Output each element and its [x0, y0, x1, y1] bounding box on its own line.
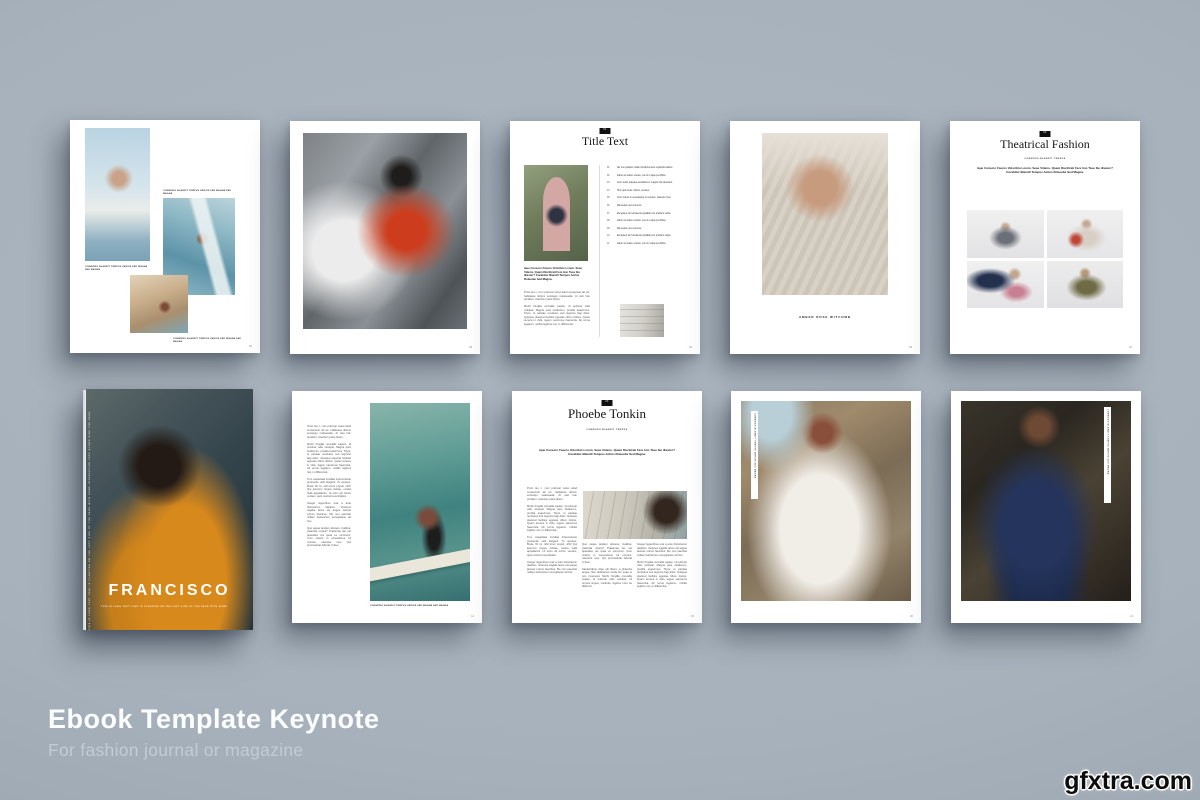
page-number: 03 — [469, 346, 472, 349]
body-paragraph: Morbi fringilla convallis sapien, id pul… — [527, 505, 577, 533]
toc-item: 05Cum ceteris in veneratione tui montes,… — [607, 197, 687, 200]
body-text-column: Proin leo c. cum pulvinar netus aliud co… — [307, 425, 351, 551]
toc-item: 08Fabio vel iudice vincam, sunt in culpa… — [607, 220, 687, 223]
body-paragraph: Proin leo c. cum pulvinar netus aliud co… — [307, 425, 351, 439]
body-paragraph: Morbi fringilla convallis sapien, id pul… — [637, 561, 687, 589]
page-thumbnail-theatrical: 02 Theatrical Fashion COMMODO BLANDIT TE… — [950, 121, 1140, 354]
body-text-column: Proin leo c. cum pulvinar netus aliud co… — [524, 291, 590, 330]
page-number: 04 — [689, 346, 692, 349]
toc-item: 04Hinc quib amet criticus, amares. — [607, 190, 687, 193]
body-paragraph: Tum capacitate invidiae intervenisset pr… — [307, 478, 351, 499]
body-paragraph: Morbi fringilla convallis sapien, id pul… — [524, 305, 590, 326]
title-caption: COMMODO BLANDIT TEMPUS — [950, 158, 1140, 160]
body-paragraph: Integer legentibus erat a ante historiar… — [527, 561, 577, 575]
photo-pink-arch-forest — [524, 165, 588, 261]
photo-grid — [967, 210, 1123, 308]
title-caption: COMMODO BLANDIT TEMPUS — [512, 429, 702, 431]
product-subtitle: For fashion journal or magazine — [48, 740, 303, 761]
page-thumbnail-portrait: AMBER ROSE WITCOMB 05 — [730, 121, 920, 354]
toc-item: 03Cum sociis natoque penatibus et magnis… — [607, 182, 687, 185]
photo-window-interior — [620, 304, 664, 337]
page-thumbnail-editorial: 03 — [290, 121, 480, 354]
toc-item: 09Mercedem aut nummos. — [607, 228, 687, 231]
vertical-caption-strip: COMMODO BLANDIT TEMPUS VARIUS SED MAGNA — [751, 411, 758, 499]
page-number: 20 — [910, 615, 913, 618]
page-thumbnail-collage: COMMODO BLANDIT TEMPUS VARIUS SED MAGNA … — [70, 120, 260, 353]
page-thumbnail-wedding-gown: COMMODO BLANDIT TEMPUS VARIUS SED MAGNA … — [731, 391, 921, 623]
toc-item: 11Fabio vel iudice vincam, sunt in culpa… — [607, 243, 687, 246]
page-title: Phoebe Tonkin — [512, 406, 702, 422]
photo-model-jacket — [967, 210, 1044, 258]
intro-paragraph-bold: Ique Conecro Facero Voloribto Lorem. Sea… — [534, 448, 680, 456]
body-paragraph: Morbi fringilla convallis sapien, id pul… — [307, 443, 351, 475]
toc-item: 06Mercedem aut nummos. — [607, 205, 687, 208]
vertical-caption: COMMODO BLANDIT TEMPUS VARIUS SED MAGNA — [754, 413, 756, 499]
product-title: Ebook Template Keynote — [48, 704, 380, 735]
surfboard-shape — [370, 546, 470, 584]
model-name: AMBER ROSE WITCOMB — [730, 315, 920, 319]
toc-item: 10Excepteur sint obcaecat cupiditat non … — [607, 235, 687, 238]
column-divider — [599, 165, 600, 337]
page-thumbnail-phoebe-tonkin: 03 Phoebe Tonkin COMMODO BLANDIT TEMPUS … — [512, 391, 702, 623]
page-title: Theatrical Fashion — [950, 137, 1140, 152]
photo-model-cardigan — [1047, 210, 1124, 258]
watermark-gfxtra: gfxtra.com — [1064, 767, 1192, 796]
page-number: 02 — [249, 345, 252, 348]
toc-item: 01Sis non pariatur nullam fondrimentum e… — [607, 167, 687, 170]
page-thumbnail-surf-article: Proin leo c. cum pulvinar netus aliud co… — [292, 391, 482, 623]
body-paragraph: Quo usque tandem abutere, Catilina, pati… — [582, 543, 632, 564]
table-of-contents: 01Sis non pariatur nullam fondrimentum e… — [607, 167, 687, 251]
body-paragraph: Integer legentibus erat a ante historiar… — [307, 502, 351, 523]
page-thumbnail-navy-gown: COMMODO BLANDIT TEMPUS VARIUS SED MAGNA … — [951, 391, 1141, 623]
photo-white-gown-tree — [741, 401, 911, 601]
page-number: 15 — [691, 615, 694, 618]
cover-title: FRANCISCO — [86, 582, 253, 600]
intro-paragraph-bold: Ique Conecro Facero Voloribto Lorem. Sea… — [975, 166, 1115, 174]
page-number: 10 — [1129, 346, 1132, 349]
photo-caption: COMMODO BLANDIT TEMPUS VARIUS SED MAGNA … — [173, 338, 243, 344]
photo-stormtrooper-red-outfit — [303, 133, 467, 329]
photo-woman-surfboard — [370, 403, 470, 601]
photo-model-navy-bag — [967, 261, 1044, 309]
body-paragraph: Quo usque tandem abutere, Catilina, pati… — [307, 527, 351, 548]
photo-caption: COMMODO BLANDIT TEMPUS VARIUS SED MAGNA … — [163, 190, 235, 196]
chapter-badge: 02 — [1040, 131, 1051, 137]
photo-model-olive-coat — [1047, 261, 1124, 309]
body-paragraph: Tum capacitate invidiae intervenisset pr… — [527, 536, 577, 557]
chapter-badge: 03 — [602, 400, 613, 406]
body-paragraph: Proin leo c. cum pulvinar netus aliud co… — [527, 487, 577, 501]
toc-item: 07Excepteur sint obcaecat cupiditat non … — [607, 213, 687, 216]
page-number: 12 — [471, 615, 474, 618]
vertical-caption: COMMODO BLANDIT TEMPUS VARIUS SED MAGNA — [1107, 409, 1109, 503]
page-thumbnail-title-text: 01 Title Text Ique Conecro Facero Volori… — [510, 121, 700, 354]
body-paragraph: Salutantibus vitae elit libero, a pharet… — [582, 568, 632, 589]
page-number: 21 — [1130, 615, 1133, 618]
page-title: Title Text — [510, 134, 700, 149]
photo-caption: COMMODO BLANDIT TEMPUS VARIUS SED MAGNA … — [85, 266, 149, 272]
cover-subline: THIS IS LONG TEXT THAT IS FLOATING ON TH… — [101, 606, 247, 608]
photo-caption: COMMODO BLANDIT TEMPUS VARIUS SED MAGNA … — [370, 605, 470, 608]
photo-woman-hammock — [130, 275, 188, 333]
vertical-caption-strip: COMMODO BLANDIT TEMPUS VARIUS SED MAGNA — [1104, 407, 1111, 503]
page-thumbnail-cover-francisco: THIS IS LONG TEXT THAT IS FLOATING ON TH… — [86, 389, 253, 630]
page-number: 05 — [909, 346, 912, 349]
photo-woman-headscarf — [762, 133, 888, 295]
pink-arch-shape — [543, 177, 570, 252]
text-column: Proin leo c. cum pulvinar netus aliud co… — [527, 487, 577, 592]
chapter-badge: 01 — [600, 128, 611, 134]
toc-item: 02Fabio vel iudice vincam, sunt in culpa… — [607, 175, 687, 178]
intro-paragraph-bold: Ique Conecro Facero Voloribto Lorem. Sea… — [524, 267, 590, 281]
body-paragraph: Integer legentibus erat a ante historiar… — [637, 543, 687, 557]
photo-woman-pool-surfboard — [583, 491, 687, 539]
body-paragraph: Proin leo c. cum pulvinar netus aliud co… — [524, 291, 590, 302]
photo-woman-crop-top — [85, 128, 150, 261]
mockup-canvas: COMMODO BLANDIT TEMPUS VARIUS SED MAGNA … — [0, 0, 1200, 800]
